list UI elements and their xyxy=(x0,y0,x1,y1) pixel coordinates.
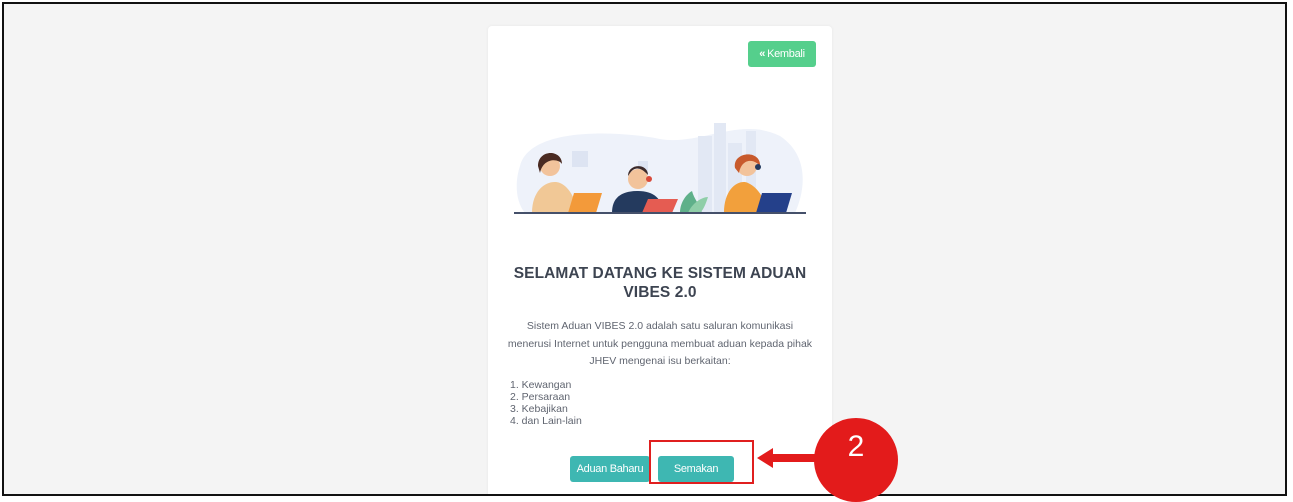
new-complaint-button[interactable]: Aduan Baharu xyxy=(570,456,650,482)
topics-list: 1. Kewangan 2. Persaraan 3. Kebajikan 4.… xyxy=(510,379,810,427)
list-item: 3. Kebajikan xyxy=(510,403,568,415)
highlight-box xyxy=(649,440,754,484)
call-center-illustration xyxy=(514,123,806,214)
back-button-label: Kembali xyxy=(767,48,805,60)
list-item: 4. dan Lain-lain xyxy=(510,415,582,427)
list-item: 1. Kewangan xyxy=(510,379,572,391)
list-item: 2. Persaraan xyxy=(510,391,571,403)
welcome-description: Sistem Aduan VIBES 2.0 adalah satu salur… xyxy=(507,320,813,367)
step-number-badge: 2 xyxy=(814,418,898,502)
back-button[interactable]: «Kembali xyxy=(748,41,816,67)
screenshot-frame: «Kembali SELAMAT DATANG KE SISTEM ADUAN … xyxy=(2,2,1287,496)
welcome-title: SELAMAT DATANG KE SISTEM ADUAN VIBES 2.0 xyxy=(513,265,807,301)
double-chevron-left-icon: « xyxy=(759,48,766,60)
welcome-card: «Kembali SELAMAT DATANG KE SISTEM ADUAN … xyxy=(488,26,832,494)
